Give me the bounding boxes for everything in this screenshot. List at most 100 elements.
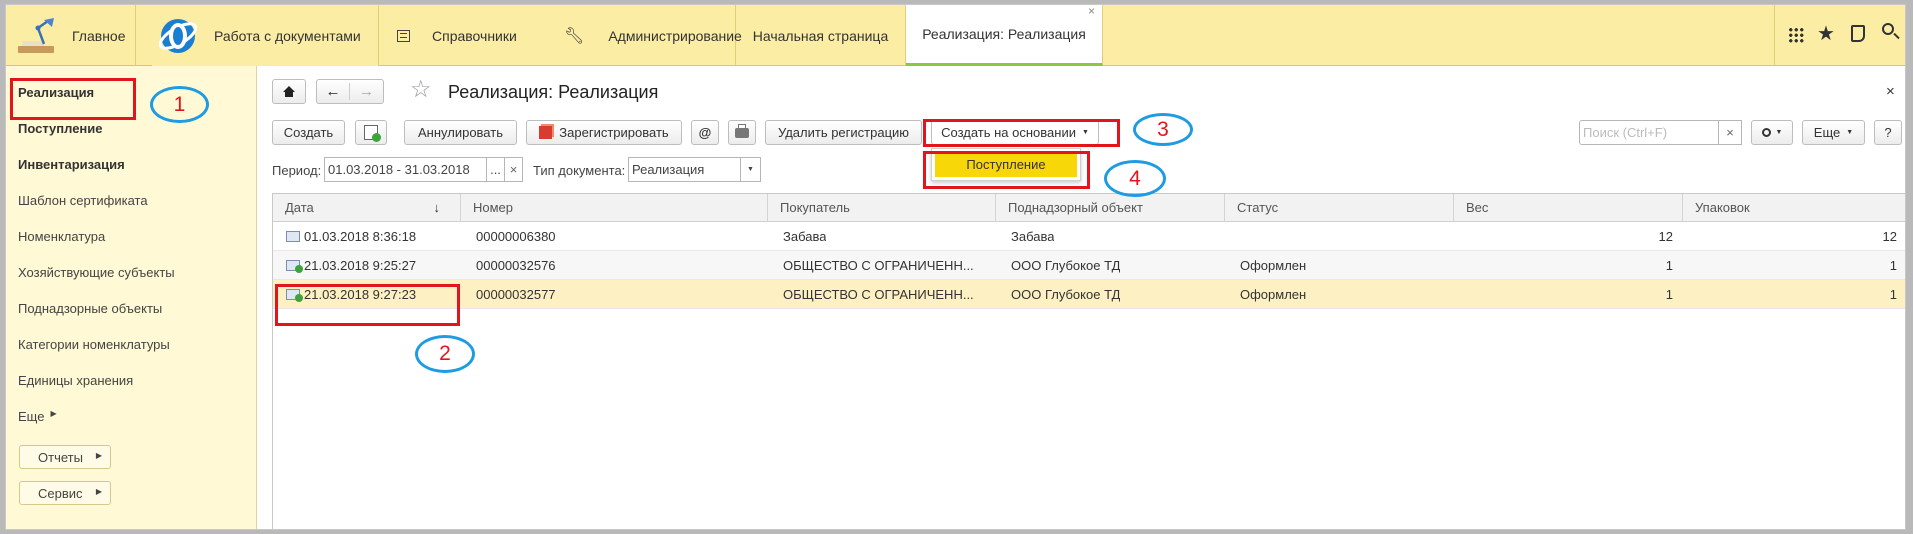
cell-number: 00000032577 (476, 287, 556, 302)
nav-administration[interactable]: 🔧︎ Администрирование (544, 5, 742, 66)
magnifier-icon (1761, 128, 1771, 137)
sort-down-icon: ↓ (433, 200, 441, 215)
cell-object: ООО Глубокое ТД (1011, 258, 1121, 273)
nav-main[interactable]: Главное (6, 5, 136, 66)
more-button[interactable]: Еще ▼ (1802, 120, 1865, 145)
nav-documents-label: Работа с документами (214, 27, 361, 44)
search-icon[interactable] (1882, 23, 1894, 35)
sidebar-item-supervised-objects[interactable]: Поднадзорные объекты (18, 301, 162, 316)
cell-buyer: ОБЩЕСТВО С ОГРАНИЧЕНН... (783, 287, 974, 302)
triangle-right-icon: ▶ (95, 487, 102, 496)
nav-main-label: Главное (72, 27, 126, 44)
create-label: Создать (283, 125, 334, 140)
doctype-dropdown-icon[interactable]: ▼ (740, 157, 761, 182)
email-button[interactable]: @ (691, 120, 719, 145)
document-icon (286, 231, 300, 242)
history-icon[interactable] (1851, 25, 1865, 42)
doctype-select[interactable]: Реализация (628, 157, 741, 182)
cube-icon (539, 126, 553, 139)
table-row[interactable]: 01.03.2018 8:36:18 00000006380 Забава За… (273, 222, 1905, 251)
email-label: @ (698, 125, 712, 140)
table-row-selected[interactable]: 21.03.2018 9:27:23 00000032577 ОБЩЕСТВО … (273, 280, 1905, 309)
period-input[interactable]: 01.03.2018 - 31.03.2018 (324, 157, 487, 182)
sidebar-item-receipt[interactable]: Поступление (18, 121, 103, 136)
form-title: Реализация: Реализация (448, 82, 659, 102)
cell-weight: 1 (1665, 258, 1673, 273)
nav-references[interactable]: Справочники (379, 5, 544, 66)
cell-number: 00000032576 (476, 258, 556, 273)
cell-weight: 1 (1665, 287, 1673, 302)
annotation-highlight-3 (923, 119, 1120, 147)
period-clear-icon[interactable]: × (504, 157, 523, 182)
period-select-button[interactable]: ... (486, 157, 505, 182)
dropdown-arrow-icon: ▼ (1846, 129, 1854, 136)
column-header-number[interactable]: Номер (461, 194, 768, 222)
tab-home-page[interactable]: Начальная страница (736, 5, 906, 66)
sidebar-item-storage-units[interactable]: Единицы хранения (18, 373, 133, 388)
cell-date: 21.03.2018 9:25:27 (304, 258, 417, 273)
top-right-tools: ★ (1774, 5, 1905, 66)
column-header-status[interactable]: Статус (1225, 194, 1454, 222)
nav-administration-label: Администрирование (608, 27, 742, 44)
search-options-button[interactable]: ▼ (1751, 120, 1793, 145)
tab-close-icon[interactable]: × (1088, 5, 1095, 18)
sidebar-more-label: Еще (18, 409, 45, 424)
reports-label: Отчеты (38, 449, 83, 465)
sidebar: Реализация Поступление Инвентаризация Ша… (6, 66, 257, 529)
sidebar-item-inventory[interactable]: Инвентаризация (18, 157, 125, 172)
apps-grid-icon[interactable] (1788, 27, 1804, 43)
cell-status: Оформлен (1240, 287, 1307, 302)
documents-table: Дата ↓ Номер Покупатель Поднадзорный объ… (272, 193, 1905, 529)
search-input[interactable]: Поиск (Ctrl+F) (1579, 120, 1719, 145)
tab-home-page-label: Начальная страница (752, 27, 889, 44)
help-button[interactable]: ? (1874, 120, 1902, 145)
cell-buyer: Забава (783, 229, 827, 244)
tab-realization-label: Реализация: Реализация (922, 26, 1086, 42)
column-header-date[interactable]: Дата ↓ (273, 194, 461, 222)
top-nav-bar: Главное Работа с документами Справочники… (6, 5, 1905, 66)
copy-button[interactable] (355, 120, 387, 145)
sidebar-item-nomenclature[interactable]: Номенклатура (18, 229, 105, 244)
service-button[interactable]: Сервис ▶ (19, 481, 111, 505)
tab-realization[interactable]: Реализация: Реализация × (906, 5, 1103, 66)
sidebar-item-business-entities[interactable]: Хозяйствующие субъекты (18, 265, 175, 280)
nav-history-group: ← → (316, 79, 384, 104)
favorite-star-icon[interactable]: ☆ (410, 78, 432, 102)
search-clear-icon[interactable]: × (1718, 120, 1742, 145)
star-icon[interactable]: ★ (1817, 21, 1835, 46)
more-label: Еще (1813, 125, 1841, 140)
nav-documents[interactable]: Работа с документами (152, 5, 379, 66)
annul-button[interactable]: Аннулировать (404, 120, 517, 145)
back-arrow-icon[interactable]: ← (317, 83, 350, 100)
service-label: Сервис (38, 485, 83, 501)
print-button[interactable] (728, 120, 756, 145)
delete-registration-button[interactable]: Удалить регистрацию (765, 120, 922, 145)
column-header-buyer[interactable]: Покупатель (768, 194, 996, 222)
forward-arrow-icon[interactable]: → (350, 83, 383, 100)
triangle-right-icon: ▶ (95, 451, 102, 460)
cell-buyer: ОБЩЕСТВО С ОГРАНИЧЕНН... (783, 258, 974, 273)
sidebar-item-certificate-template[interactable]: Шаблон сертификата (18, 193, 148, 208)
triangle-right-icon: ▶ (50, 409, 57, 418)
cell-packs: 1 (1889, 258, 1897, 273)
form-close-icon[interactable]: × (1886, 83, 1895, 100)
column-header-object[interactable]: Поднадзорный объект (996, 194, 1225, 222)
sidebar-item-more[interactable]: Еще ▶ (18, 409, 57, 424)
column-header-packs[interactable]: Упаковок (1683, 194, 1905, 222)
create-button[interactable]: Создать (272, 120, 345, 145)
search-icon-handle (1893, 32, 1900, 40)
reports-button[interactable]: Отчеты ▶ (19, 445, 111, 469)
home-button[interactable] (272, 79, 306, 104)
cell-packs: 12 (1882, 229, 1897, 244)
table-row[interactable]: 21.03.2018 9:25:27 00000032576 ОБЩЕСТВО … (273, 251, 1905, 280)
period-label: Период: (272, 163, 322, 178)
nav-references-label: Справочники (432, 27, 517, 44)
help-label: ? (1884, 125, 1892, 140)
annotation-marker-2: 2 (415, 335, 475, 373)
printer-icon (735, 123, 749, 138)
column-header-weight[interactable]: Вес (1454, 194, 1683, 222)
cell-packs: 1 (1889, 287, 1897, 302)
delete-registration-label: Удалить регистрацию (777, 125, 910, 140)
sidebar-item-nomenclature-categories[interactable]: Категории номенклатуры (18, 337, 170, 352)
register-button[interactable]: Зарегистрировать (526, 120, 682, 145)
